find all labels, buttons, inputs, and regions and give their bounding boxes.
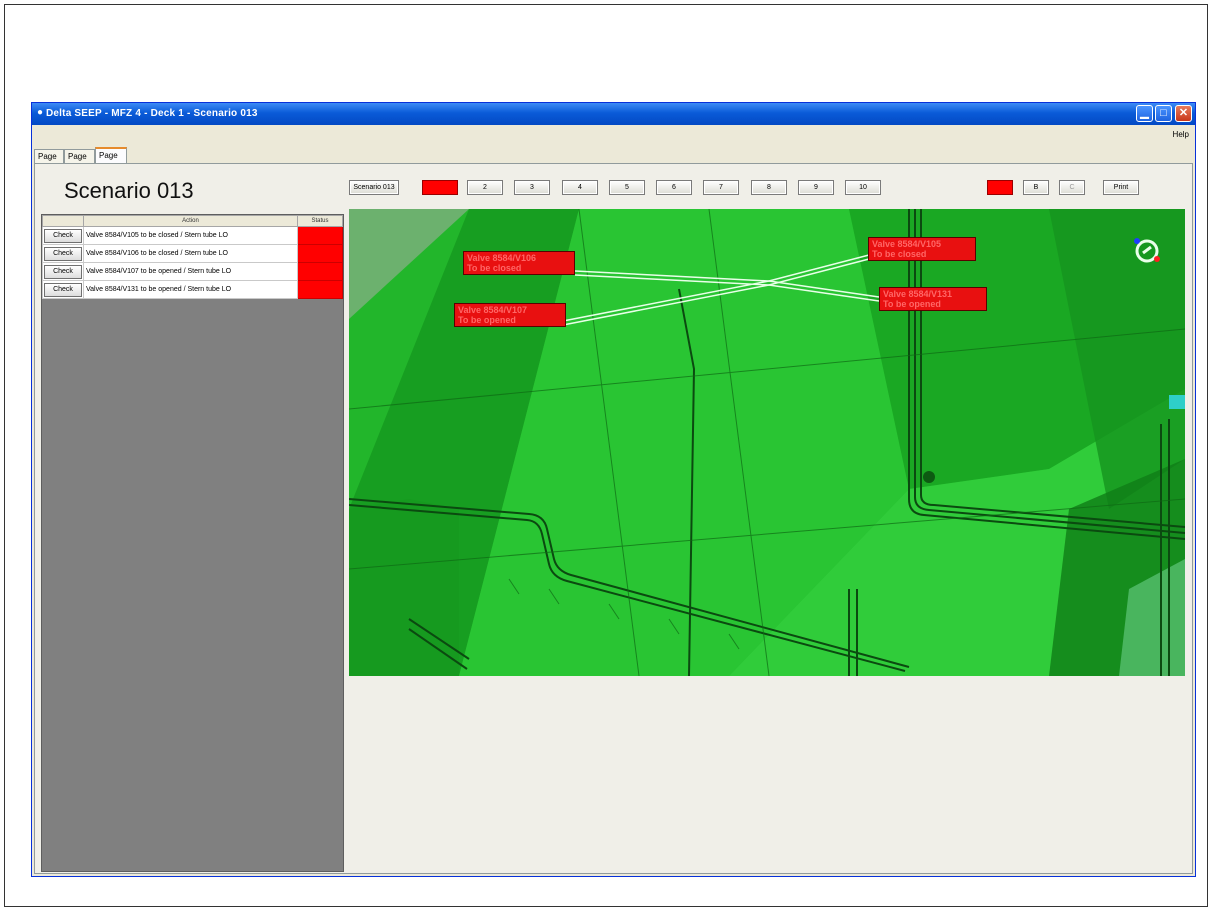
- step-button-9[interactable]: 9: [798, 180, 834, 195]
- tab-page-2[interactable]: Page 2: [64, 149, 95, 175]
- print-button[interactable]: Print: [1103, 180, 1139, 195]
- table-row: Check Valve 8584/V105 to be closed / Ste…: [42, 226, 343, 245]
- header-status: Status: [297, 215, 343, 227]
- maximize-button[interactable]: □: [1155, 105, 1172, 122]
- tab-page-1[interactable]: Page 1: [34, 149, 64, 175]
- check-button[interactable]: Check: [44, 282, 82, 297]
- 3d-viewport[interactable]: Valve 8584/V106 To be closed Valve 8584/…: [349, 209, 1185, 676]
- check-button[interactable]: Check: [44, 228, 82, 243]
- status-indicator: [297, 244, 343, 263]
- header-check: [42, 215, 84, 227]
- header-action: Action: [83, 215, 298, 227]
- minimize-button[interactable]: ▁: [1136, 105, 1153, 122]
- app-window: ● Delta SEEP - MFZ 4 - Deck 1 - Scenario…: [31, 102, 1196, 877]
- ship-3d-render: [349, 209, 1185, 676]
- scenario-button[interactable]: Scenario 013: [349, 180, 399, 195]
- action-text: Valve 8584/V131 to be opened / Stern tub…: [83, 280, 298, 299]
- actions-table: Action Status Check Valve 8584/V105 to b…: [42, 215, 343, 299]
- step-button-8[interactable]: 8: [751, 180, 787, 195]
- step-button-7[interactable]: 7: [703, 180, 739, 195]
- step-button-10[interactable]: 10: [845, 180, 881, 195]
- action-text: Valve 8584/V106 to be closed / Stern tub…: [83, 244, 298, 263]
- valve-label-v131: Valve 8584/V131 To be opened: [879, 287, 987, 311]
- status-indicator: [297, 226, 343, 245]
- status-indicator: [297, 280, 343, 299]
- step-button-5[interactable]: 5: [609, 180, 645, 195]
- title-bar: ● Delta SEEP - MFZ 4 - Deck 1 - Scenario…: [32, 103, 1195, 125]
- window-title: Delta SEEP - MFZ 4 - Deck 1 - Scenario 0…: [46, 108, 258, 119]
- view-button-b[interactable]: B: [1023, 180, 1049, 195]
- menu-help[interactable]: Help: [1173, 130, 1189, 139]
- page-content: Scenario 013 Scenario 013 1 2 3 4 5 6 7 …: [34, 163, 1193, 874]
- tab-page-3[interactable]: Page 3: [95, 147, 127, 174]
- table-row: Check Valve 8584/V107 to be opened / Ste…: [42, 262, 343, 281]
- check-button[interactable]: Check: [44, 246, 82, 261]
- scenario-title: Scenario 013: [64, 178, 194, 203]
- status-indicator: [297, 262, 343, 281]
- step-button-1[interactable]: 1: [422, 180, 458, 195]
- table-row: Check Valve 8584/V131 to be opened / Ste…: [42, 280, 343, 299]
- table-row: Check Valve 8584/V106 to be closed / Ste…: [42, 244, 343, 263]
- step-button-3[interactable]: 3: [514, 180, 550, 195]
- close-button[interactable]: ✕: [1175, 105, 1192, 122]
- valve-label-v105: Valve 8584/V105 To be closed: [868, 237, 976, 261]
- step-button-6[interactable]: 6: [656, 180, 692, 195]
- action-text: Valve 8584/V105 to be closed / Stern tub…: [83, 226, 298, 245]
- valve-label-v106: Valve 8584/V106 To be closed: [463, 251, 575, 275]
- app-icon: ●: [37, 107, 44, 118]
- view-button-a[interactable]: A: [987, 180, 1013, 195]
- actions-panel: Action Status Check Valve 8584/V105 to b…: [41, 214, 344, 872]
- step-button-2[interactable]: 2: [467, 180, 503, 195]
- check-button[interactable]: Check: [44, 264, 82, 279]
- view-button-c[interactable]: C: [1059, 180, 1085, 195]
- valve-label-v107: Valve 8584/V107 To be opened: [454, 303, 566, 327]
- step-button-4[interactable]: 4: [562, 180, 598, 195]
- menu-bar: Help: [32, 125, 1195, 143]
- action-text: Valve 8584/V107 to be opened / Stern tub…: [83, 262, 298, 281]
